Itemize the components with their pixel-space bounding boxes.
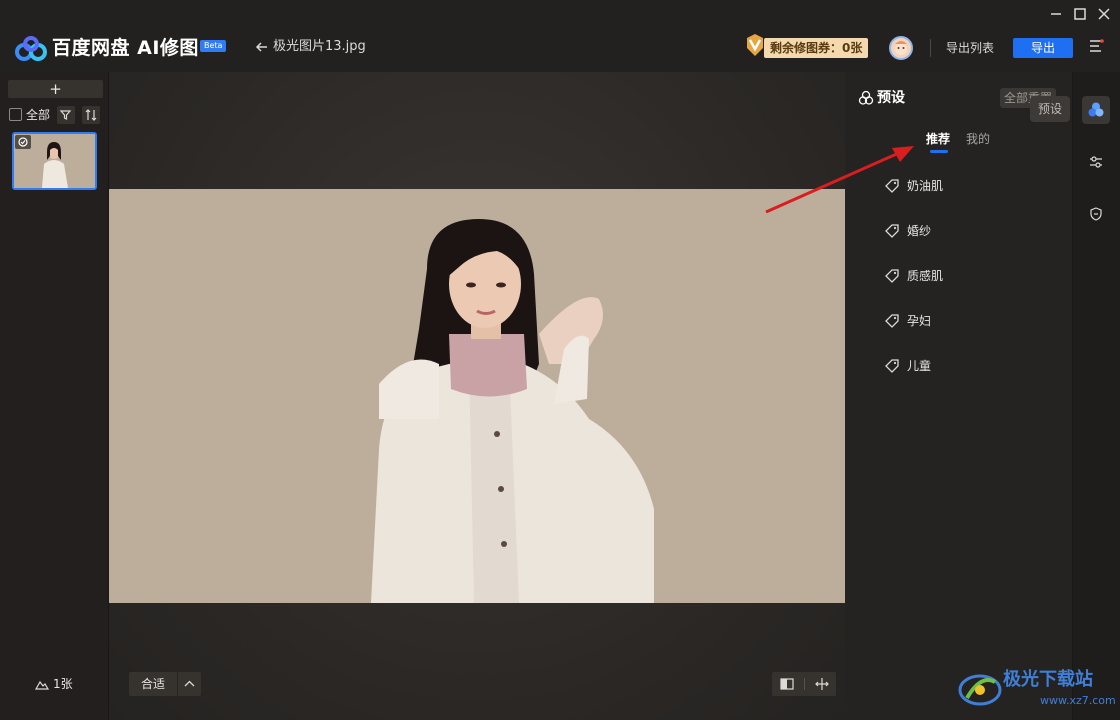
export-list-link[interactable]: 导出列表: [946, 40, 994, 56]
file-name: 极光图片13.jpg: [273, 39, 366, 54]
preset-item-children[interactable]: 儿童: [884, 357, 931, 375]
maximize-icon[interactable]: [1072, 6, 1088, 22]
baidu-netdisk-logo: [15, 36, 47, 61]
preset-item-maternity[interactable]: 孕妇: [884, 312, 931, 330]
app-title: 百度网盘 AI修图: [52, 37, 199, 59]
watermark-url: www.xz7.com: [1040, 694, 1116, 707]
preset-tooltip: 预设: [1030, 96, 1070, 122]
sort-button[interactable]: [82, 106, 100, 124]
preset-item-label: 孕妇: [907, 314, 932, 328]
avatar-face-icon: [895, 41, 907, 55]
user-avatar[interactable]: [889, 36, 913, 60]
compare-divider: [804, 678, 805, 690]
tag-icon: [885, 314, 899, 328]
add-image-button[interactable]: +: [8, 80, 103, 98]
preset-icon: [858, 90, 874, 105]
preset-item-label: 儿童: [907, 359, 932, 373]
back-arrow-icon[interactable]: [255, 40, 269, 54]
select-all-checkbox[interactable]: [9, 108, 22, 121]
tab-mine[interactable]: 我的: [966, 131, 990, 147]
preset-item-wedding[interactable]: 婚纱: [884, 222, 931, 240]
toolbar-divider: [930, 39, 931, 57]
tab-recommend[interactable]: 推荐: [926, 131, 950, 147]
coupon-balance[interactable]: 剩余修图券：0张: [764, 38, 869, 58]
split-view-icon[interactable]: [813, 676, 831, 692]
filter-icon: [59, 110, 72, 120]
adjust-icon[interactable]: [1088, 154, 1104, 170]
zoom-options-button[interactable]: [178, 672, 201, 696]
filter-button[interactable]: [57, 106, 75, 124]
repair-icon[interactable]: [1088, 206, 1104, 222]
thumbnail-edited-icon: [15, 135, 31, 149]
active-tab-indicator: [930, 150, 948, 153]
tag-icon: [885, 224, 899, 238]
edited-photo[interactable]: [109, 189, 845, 603]
watermark-logo: [958, 674, 1002, 706]
watermark-text: 极光下载站: [1003, 669, 1093, 690]
annotation-arrow: [765, 146, 914, 214]
preset-item-label: 婚纱: [907, 224, 932, 238]
close-icon[interactable]: [1096, 6, 1112, 22]
chevron-up-icon: [184, 680, 195, 687]
zoom-fit-button[interactable]: 合适: [129, 672, 177, 696]
preset-tool-button[interactable]: [1082, 96, 1110, 124]
menu-icon[interactable]: [1088, 38, 1104, 54]
photo-subject: [109, 189, 845, 603]
select-all-label[interactable]: 全部: [26, 107, 50, 123]
preset-item-label: 质感肌: [907, 269, 944, 283]
sort-icon: [85, 109, 97, 121]
minimize-icon[interactable]: [1048, 6, 1064, 22]
beta-badge: Beta: [200, 40, 227, 52]
compare-icon[interactable]: [778, 676, 796, 692]
tag-icon: [885, 269, 899, 283]
export-button[interactable]: 导出: [1013, 38, 1073, 58]
cloud-upload-icon: [34, 680, 50, 690]
image-count: 1张: [53, 677, 73, 691]
tag-icon: [885, 359, 899, 373]
preset-tool-icon: [1088, 102, 1104, 117]
preset-panel-title: 预设: [877, 90, 905, 106]
preset-item-texture-skin[interactable]: 质感肌: [884, 267, 943, 285]
